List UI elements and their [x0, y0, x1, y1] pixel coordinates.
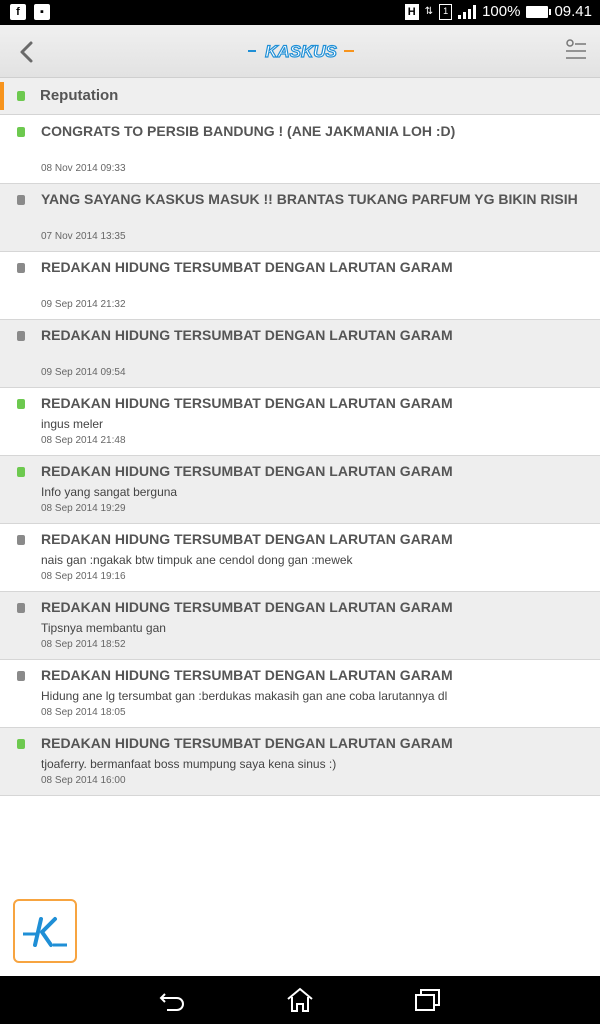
item-date: 09 Sep 2014 09:54 [41, 367, 126, 378]
kaskus-k-icon [23, 917, 67, 947]
item-date: 08 Sep 2014 21:48 [41, 435, 126, 446]
item-title: REDAKAN HIDUNG TERSUMBAT DENGAN LARUTAN … [41, 735, 453, 751]
status-dot [17, 195, 25, 205]
data-arrows-icon: ⇅ [424, 6, 434, 17]
facebook-icon: f [10, 4, 26, 20]
navigation-bar [0, 976, 600, 1024]
item-snippet: Hidung ane lg tersumbat gan :berdukas ma… [41, 689, 448, 703]
nav-home-icon [287, 987, 313, 1012]
battery-icon [526, 5, 552, 18]
item-title: REDAKAN HIDUNG TERSUMBAT DENGAN LARUTAN … [41, 395, 453, 411]
item-date: 08 Sep 2014 18:52 [41, 639, 126, 650]
nav-recent-apps-button[interactable] [413, 986, 443, 1014]
network-type-icon: H [404, 3, 419, 20]
item-date: 08 Sep 2014 16:00 [41, 775, 126, 786]
list-item[interactable]: REDAKAN HIDUNG TERSUMBAT DENGAN LARUTAN … [0, 388, 600, 456]
nav-back-icon [159, 993, 184, 1011]
section-title: Reputation [40, 87, 119, 104]
item-title: CONGRATS TO PERSIB BANDUNG ! (ANE JAKMAN… [41, 123, 456, 139]
item-date: 07 Nov 2014 13:35 [41, 231, 126, 242]
section-header: Reputation [0, 78, 600, 115]
item-snippet: nais gan :ngakak btw timpuk ane cendol d… [41, 553, 353, 567]
item-snippet: ingus meler [41, 417, 104, 431]
kaskus-fab-button[interactable] [13, 899, 77, 963]
item-snippet: Tipsnya membantu gan [41, 621, 166, 635]
list-item[interactable]: REDAKAN HIDUNG TERSUMBAT DENGAN LARUTAN … [0, 252, 600, 320]
section-accent-bar [0, 82, 4, 110]
list-item[interactable]: REDAKAN HIDUNG TERSUMBAT DENGAN LARUTAN … [0, 320, 600, 388]
status-dot [17, 399, 25, 409]
nav-home-button[interactable] [285, 986, 315, 1014]
list-item[interactable]: CONGRATS TO PERSIB BANDUNG ! (ANE JAKMAN… [0, 116, 600, 184]
item-title: REDAKAN HIDUNG TERSUMBAT DENGAN LARUTAN … [41, 463, 453, 479]
item-title: REDAKAN HIDUNG TERSUMBAT DENGAN LARUTAN … [41, 259, 453, 275]
nav-recent-apps-icon [415, 989, 440, 1011]
item-title: YANG SAYANG KASKUS MASUK !! BRANTAS TUKA… [41, 191, 578, 207]
item-date: 08 Sep 2014 19:29 [41, 503, 126, 514]
list-item[interactable]: REDAKAN HIDUNG TERSUMBAT DENGAN LARUTAN … [0, 660, 600, 728]
status-dot [17, 263, 25, 273]
item-title: REDAKAN HIDUNG TERSUMBAT DENGAN LARUTAN … [41, 531, 453, 547]
section-status-dot [17, 91, 25, 101]
app-header: KASKUS [0, 25, 600, 78]
signal-icon [458, 4, 477, 19]
status-dot [17, 127, 25, 137]
status-dot [17, 535, 25, 545]
list-item[interactable]: REDAKAN HIDUNG TERSUMBAT DENGAN LARUTAN … [0, 524, 600, 592]
item-title: REDAKAN HIDUNG TERSUMBAT DENGAN LARUTAN … [41, 667, 453, 683]
item-date: 08 Nov 2014 09:33 [41, 163, 126, 174]
battery-percent: 100% [482, 3, 521, 20]
item-title: REDAKAN HIDUNG TERSUMBAT DENGAN LARUTAN … [41, 599, 453, 615]
status-dot [17, 331, 25, 341]
back-arrow-icon [20, 41, 33, 63]
item-snippet: Info yang sangat berguna [41, 485, 178, 499]
list-item[interactable]: YANG SAYANG KASKUS MASUK !! BRANTAS TUKA… [0, 184, 600, 252]
item-snippet: tjoaferry. bermanfaat boss mumpung saya … [41, 757, 337, 771]
item-title: REDAKAN HIDUNG TERSUMBAT DENGAN LARUTAN … [41, 327, 453, 343]
menu-list-icon [566, 39, 586, 59]
menu-button[interactable] [564, 39, 588, 63]
list-item[interactable]: REDAKAN HIDUNG TERSUMBAT DENGAN LARUTAN … [0, 456, 600, 524]
status-dot [17, 467, 25, 477]
clock: 09.41 [554, 3, 592, 20]
status-dot [17, 739, 25, 749]
bbm-icon: ▪ [34, 4, 50, 20]
kaskus-logo: KASKUS [248, 38, 354, 64]
item-date: 08 Sep 2014 18:05 [41, 707, 126, 718]
list-item[interactable]: REDAKAN HIDUNG TERSUMBAT DENGAN LARUTAN … [0, 728, 600, 796]
logo-text: KASKUS [265, 42, 337, 61]
item-date: 09 Sep 2014 21:32 [41, 299, 126, 310]
item-date: 08 Sep 2014 19:16 [41, 571, 126, 582]
nav-back-button[interactable] [157, 986, 187, 1014]
status-bar: f ▪ H ⇅ 1 100% 09.41 [0, 0, 600, 25]
status-dot [17, 603, 25, 613]
sim-icon: 1 [439, 3, 453, 20]
back-button[interactable] [10, 35, 44, 69]
status-dot [17, 671, 25, 681]
reputation-list: CONGRATS TO PERSIB BANDUNG ! (ANE JAKMAN… [0, 116, 600, 796]
list-item[interactable]: REDAKAN HIDUNG TERSUMBAT DENGAN LARUTAN … [0, 592, 600, 660]
